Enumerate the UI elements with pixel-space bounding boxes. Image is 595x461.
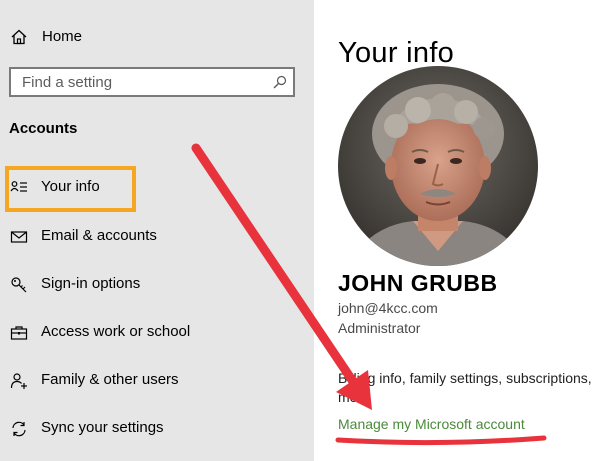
search-icon[interactable]	[272, 74, 288, 90]
home-icon	[11, 29, 27, 45]
sidebar-item-your-info[interactable]: Your info	[0, 168, 314, 208]
sidebar-item-label: Access work or school	[41, 323, 191, 340]
billing-description: Billing info, family settings, subscript…	[338, 369, 593, 407]
home-label: Home	[42, 28, 83, 45]
home-nav-item[interactable]: Home	[0, 22, 314, 52]
user-photo	[338, 66, 538, 266]
sidebar-item-sign-in-options[interactable]: Sign-in options	[0, 265, 314, 305]
sync-icon	[12, 421, 26, 437]
manage-microsoft-account-link[interactable]: Manage my Microsoft account	[338, 416, 525, 432]
sidebar-item-email-accounts[interactable]: Email & accounts	[0, 217, 314, 257]
sidebar-item-family-users[interactable]: Family & other users	[0, 361, 314, 401]
briefcase-icon	[10, 326, 28, 340]
sidebar-item-label: Sign-in options	[41, 275, 141, 292]
settings-sidebar: Home Accounts Your info Email & accounts	[0, 0, 314, 461]
search-input[interactable]	[11, 69, 272, 95]
person-add-icon	[10, 373, 27, 389]
sidebar-item-label: Email & accounts	[41, 227, 157, 244]
your-info-icon	[10, 181, 27, 192]
avatar	[338, 66, 538, 266]
mail-icon	[10, 231, 28, 243]
billing-line-2: more	[338, 389, 370, 405]
user-name: JOHN GRUBB	[338, 270, 498, 296]
billing-line-1: Billing info, family settings, subscript…	[338, 370, 592, 386]
sidebar-item-label: Sync your settings	[41, 419, 164, 436]
search-box[interactable]	[9, 67, 295, 97]
sidebar-item-sync-settings[interactable]: Sync your settings	[0, 409, 314, 449]
user-role: Administrator	[338, 320, 421, 336]
sidebar-item-access-work-school[interactable]: Access work or school	[0, 313, 314, 353]
sidebar-item-label: Your info	[41, 178, 100, 195]
user-email: john@4kcc.com	[338, 300, 438, 316]
section-title: Accounts	[9, 120, 78, 137]
main-panel: Your info JOHN GRUBB john@4kcc.com Admin…	[314, 0, 595, 461]
key-icon	[11, 277, 27, 293]
sidebar-item-label: Family & other users	[41, 371, 179, 388]
